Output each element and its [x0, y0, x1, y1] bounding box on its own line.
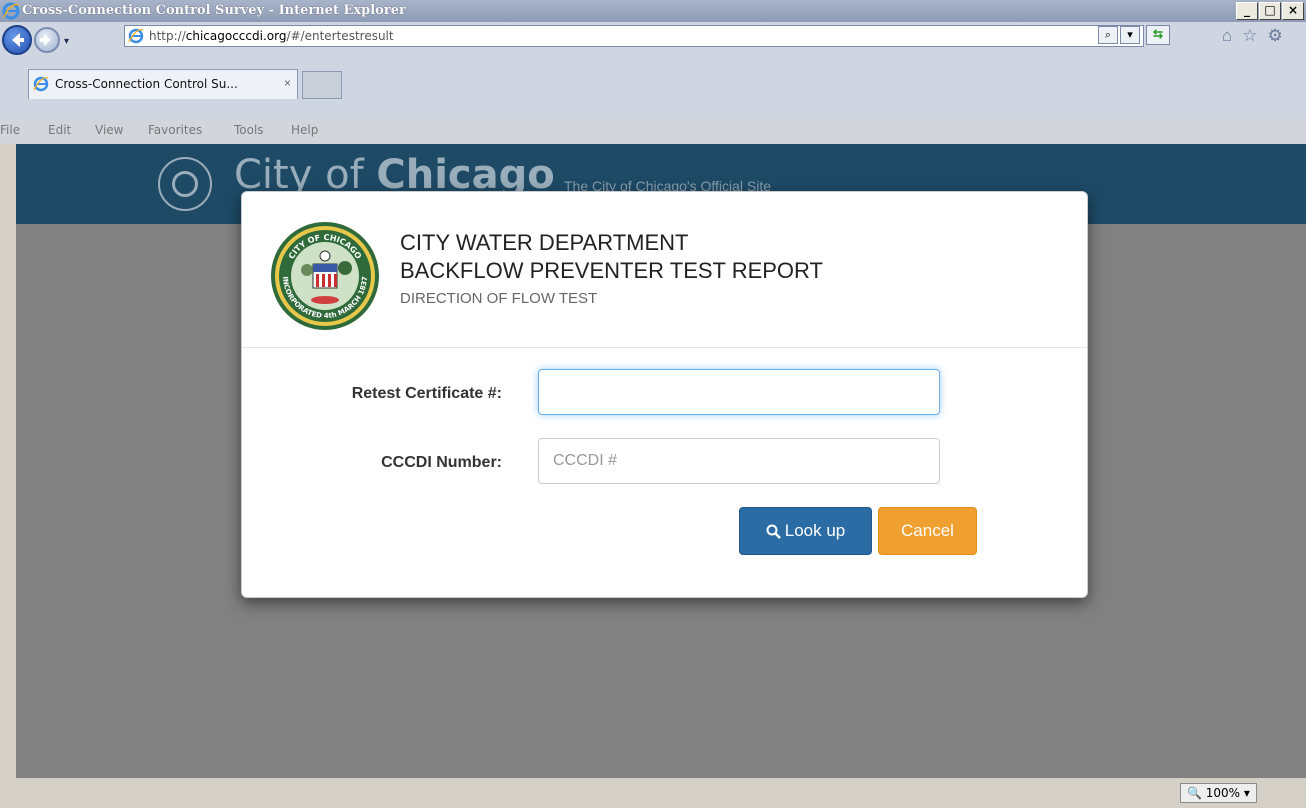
menu-favorites[interactable]: Favorites — [148, 123, 202, 137]
home-icon[interactable]: ⌂ — [1222, 26, 1232, 46]
address-dropdown-icon[interactable]: ▾ — [1120, 26, 1140, 44]
modal-header: CITY OF CHICAGO INCORPORATED 4th MARCH 1… — [242, 192, 1087, 348]
zoom-level: 100% — [1205, 786, 1241, 800]
compatibility-view-button[interactable]: ⇆ — [1146, 25, 1170, 45]
search-icon[interactable]: ⌕ — [1098, 26, 1118, 44]
favorites-star-icon[interactable]: ☆ — [1242, 26, 1257, 46]
cancel-button[interactable]: Cancel — [878, 507, 977, 555]
url-domain: chicagocccdi.org — [185, 29, 287, 43]
url-path: /#/entertestresult — [286, 29, 394, 43]
menu-tools[interactable]: Tools — [234, 123, 264, 137]
city-seal-icon: CITY OF CHICAGO INCORPORATED 4th MARCH 1… — [271, 222, 379, 330]
modal-title-line2: BACKFLOW PREVENTER TEST REPORT — [400, 258, 823, 283]
cccdi-number-input[interactable] — [538, 438, 940, 484]
history-dropdown-icon[interactable]: ▾ — [64, 36, 69, 47]
navigation-bar: ▾ http://chicagocccdi.org/#/entertestres… — [0, 22, 1306, 62]
left-frame — [0, 144, 16, 778]
url-prefix: http:// — [149, 29, 186, 43]
menu-view[interactable]: View — [95, 123, 123, 137]
forward-arrow-icon — [40, 34, 51, 46]
modal-subtitle: DIRECTION OF FLOW TEST — [400, 290, 598, 307]
status-bar: 🔍 100% ▾ — [0, 778, 1306, 808]
gear-icon[interactable]: ⚙ — [1268, 26, 1283, 46]
ie-tab-icon — [33, 76, 49, 92]
back-arrow-icon — [12, 33, 24, 47]
lookup-modal: CITY OF CHICAGO INCORPORATED 4th MARCH 1… — [241, 191, 1088, 598]
minimize-button[interactable]: _ — [1236, 2, 1258, 20]
url-text: http://chicagocccdi.org/#/entertestresul… — [149, 29, 394, 43]
menu-bar: File Edit View Favorites Tools Help — [0, 118, 1306, 144]
address-bar[interactable]: http://chicagocccdi.org/#/entertestresul… — [124, 25, 1144, 47]
cancel-button-label: Cancel — [901, 521, 954, 540]
back-button[interactable] — [2, 25, 32, 55]
tab-active[interactable]: Cross-Connection Control Su... × — [28, 69, 298, 99]
water-department-logo-icon — [158, 157, 212, 211]
retest-certificate-input[interactable] — [538, 369, 940, 415]
close-window-button[interactable]: × — [1282, 2, 1304, 20]
cccdi-number-label: CCCDI Number: — [381, 454, 502, 471]
lookup-button[interactable]: Look up — [739, 507, 872, 555]
new-tab-button[interactable] — [302, 71, 342, 99]
menu-edit[interactable]: Edit — [48, 123, 71, 137]
forward-button[interactable] — [34, 27, 60, 53]
ie-page-icon — [128, 28, 144, 44]
menu-file[interactable]: File — [0, 123, 20, 137]
tab-strip: Cross-Connection Control Su... × — [0, 62, 1306, 118]
tab-title: Cross-Connection Control Su... — [55, 77, 238, 91]
lookup-button-label: Look up — [784, 521, 846, 540]
zoom-control[interactable]: 🔍 100% ▾ — [1180, 783, 1257, 803]
window-title-bar: Cross-Connection Control Survey - Intern… — [0, 0, 1306, 22]
search-icon — [766, 524, 781, 539]
menu-help[interactable]: Help — [291, 123, 318, 137]
maximize-button[interactable]: □ — [1259, 2, 1281, 20]
window-title: Cross-Connection Control Survey - Intern… — [22, 3, 406, 18]
zoom-icon: 🔍 — [1187, 786, 1202, 800]
close-tab-icon[interactable]: × — [284, 76, 291, 90]
internet-explorer-icon — [2, 2, 20, 20]
modal-title-line1: CITY WATER DEPARTMENT — [400, 230, 689, 255]
retest-certificate-label: Retest Certificate #: — [351, 385, 502, 402]
